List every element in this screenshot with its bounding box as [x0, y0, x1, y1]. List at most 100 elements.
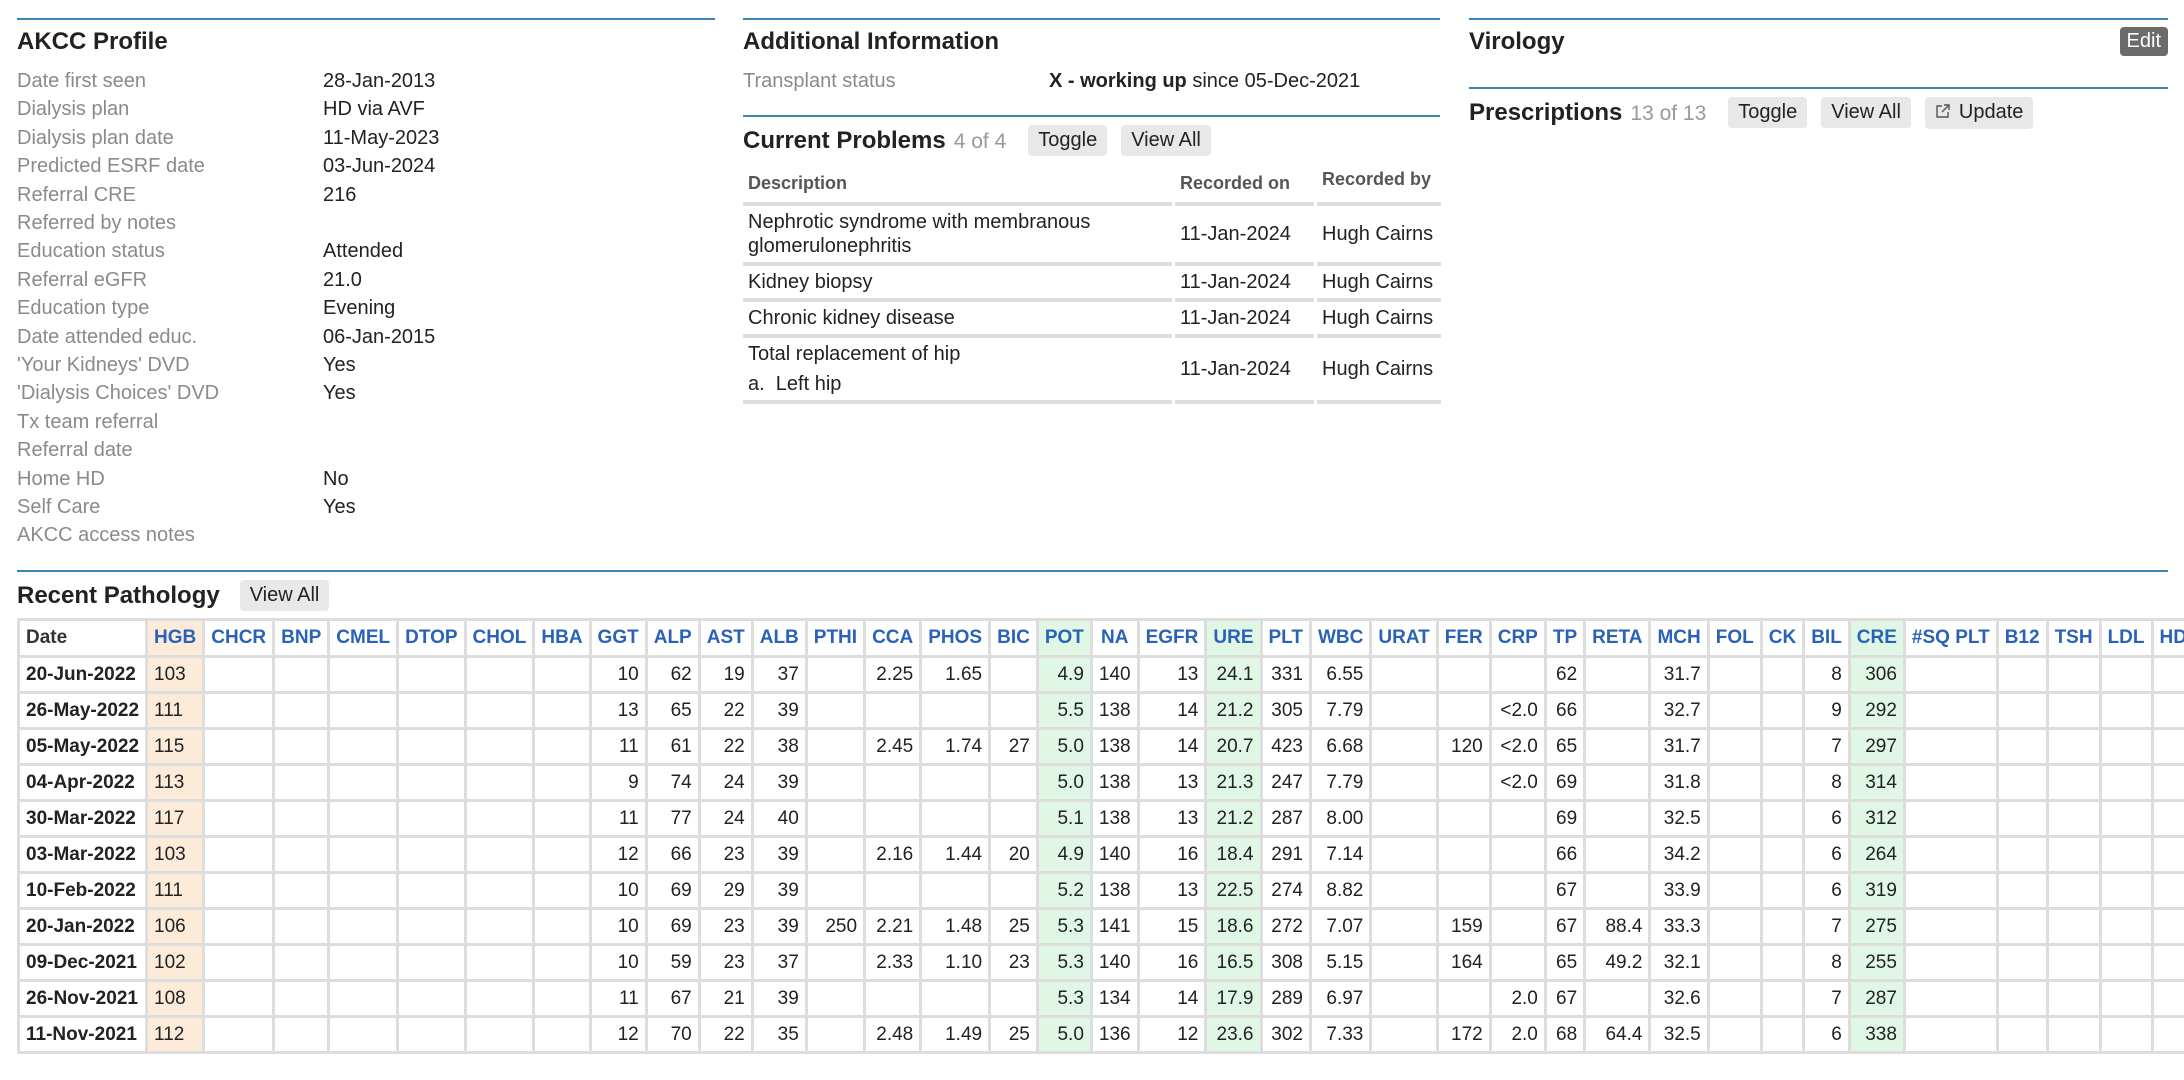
pathology-column-header-na[interactable]: NA [1089, 618, 1140, 658]
pathology-value-phos: 1.48 [919, 907, 992, 946]
pathology-column-header-mch[interactable]: MCH [1648, 618, 1710, 658]
pathology-value-hdl [2150, 907, 2184, 946]
pathology-column-header-ldl[interactable]: LDL [2098, 618, 2154, 658]
pathology-column-header-crp[interactable]: CRP [1488, 618, 1547, 658]
akcc-field-value: Yes [323, 382, 356, 405]
pathology-column-header-chcr[interactable]: CHCR [202, 618, 276, 658]
pathology-value-crp: <2.0 [1488, 691, 1547, 730]
pathology-column-header-fer[interactable]: FER [1435, 618, 1492, 658]
pathology-value-dtop [396, 727, 467, 766]
pathology-column-header-chol[interactable]: CHOL [463, 618, 536, 658]
pathology-column-header-alp[interactable]: ALP [644, 618, 701, 658]
prescriptions-count: 13 of 13 [1630, 102, 1707, 125]
pathology-value-cca: 2.48 [863, 1015, 923, 1054]
pathology-value-chcr [202, 691, 276, 730]
pathology-column-header-hgb[interactable]: HGB [145, 618, 206, 658]
pathology-value-crp [1488, 907, 1547, 946]
akcc-field-label: 'Dialysis Choices' DVD [17, 382, 220, 405]
pathology-column-header-tp[interactable]: TP [1543, 618, 1587, 658]
problem-row[interactable]: Chronic kidney disease 11-Jan-2024 Hugh Ca… [743, 302, 1441, 338]
akcc-row-date-attended-educ: Date attended educ. 06-Jan-2015 [17, 326, 715, 354]
prescriptions-toggle-button[interactable]: Toggle [1728, 97, 1808, 128]
prescriptions-section: Prescriptions 13 of 13 Toggle View All Updat… [1469, 87, 2168, 149]
problem-row[interactable]: Total replacement of hip a. Left hip 11-Ja… [743, 338, 1441, 404]
pathology-column-header-reta[interactable]: RETA [1583, 618, 1652, 658]
pathology-value-sq-plt [1902, 691, 1999, 730]
pathology-value-fer [1435, 835, 1492, 874]
pathology-column-header-ggt[interactable]: GGT [588, 618, 648, 658]
pathology-date-cell: 20-Jan-2022 [16, 907, 149, 946]
pathology-value-crp: <2.0 [1488, 763, 1547, 802]
pathology-value-dtop [396, 979, 467, 1018]
current-problems-view-all-button[interactable]: View All [1121, 125, 1211, 156]
pathology-value-mch: 31.7 [1648, 727, 1710, 766]
prescriptions-update-button[interactable]: Update [1924, 97, 2034, 129]
pathology-column-header-ck[interactable]: CK [1759, 618, 1806, 658]
current-problems-toggle-button[interactable]: Toggle [1028, 125, 1108, 156]
pathology-value-hgb: 106 [145, 907, 206, 946]
problem-row[interactable]: Kidney biopsy 11-Jan-2024 Hugh Cairns [743, 266, 1441, 302]
pathology-value-wbc: 8.82 [1308, 871, 1373, 910]
pathology-column-header-bnp[interactable]: BNP [272, 618, 331, 658]
pathology-value-cmel [327, 907, 400, 946]
pathology-column-header-egfr[interactable]: EGFR [1136, 618, 1208, 658]
recent-pathology-view-all-button[interactable]: View All [239, 580, 330, 611]
pathology-value-pthi [804, 799, 867, 838]
pathology-column-header-alb[interactable]: ALB [750, 618, 808, 658]
pathology-column-header-hdl[interactable]: HDL [2150, 618, 2184, 658]
pathology-value-ggt: 10 [588, 907, 648, 946]
pathology-column-header-plt[interactable]: PLT [1259, 618, 1312, 658]
akcc-field-label: Tx team referral [17, 410, 159, 433]
akcc-field-value: HD via AVF [323, 98, 425, 121]
pathology-value-wbc: 6.97 [1308, 979, 1373, 1018]
pathology-column-header-urat[interactable]: URAT [1369, 618, 1439, 658]
pathology-value-pot: 5.2 [1035, 871, 1093, 910]
pathology-column-header-fol[interactable]: FOL [1706, 618, 1763, 658]
pathology-column-header-cca[interactable]: CCA [863, 618, 923, 658]
pathology-column-header-bic[interactable]: BIC [988, 618, 1039, 658]
pathology-value-wbc: 6.55 [1308, 655, 1373, 694]
pathology-column-header-b12[interactable]: B12 [1995, 618, 2049, 658]
pathology-value-tsh [2045, 871, 2102, 910]
pathology-value-cmel [327, 979, 400, 1018]
pathology-value-plt: 302 [1259, 1015, 1312, 1054]
pathology-column-header-hba[interactable]: HBA [532, 618, 592, 658]
pathology-value-plt: 308 [1259, 943, 1312, 982]
pathology-value-phos [919, 871, 992, 910]
pathology-column-header-pthi[interactable]: PTHI [804, 618, 867, 658]
pathology-value-cca [863, 691, 923, 730]
pathology-column-header-cmel[interactable]: CMEL [327, 618, 400, 658]
virology-edit-button[interactable]: Edit [2119, 27, 2168, 56]
pathology-value-bil: 6 [1802, 835, 1851, 874]
problem-row[interactable]: Nephrotic syndrome with membranous glome… [743, 206, 1441, 266]
pathology-value-alp: 65 [644, 691, 701, 730]
pathology-column-header-sq-plt[interactable]: #SQ PLT [1902, 618, 1999, 658]
pathology-value-urat [1369, 1015, 1439, 1054]
pathology-value-urat [1369, 655, 1439, 694]
pathology-value-fer: 159 [1435, 907, 1492, 946]
pathology-value-hdl [2150, 943, 2184, 982]
pathology-value-ck [1759, 979, 1806, 1018]
pathology-value-bnp [272, 979, 331, 1018]
pathology-column-header-cre[interactable]: CRE [1847, 618, 1906, 658]
pathology-value-cca: 2.25 [863, 655, 923, 694]
pathology-value-alb: 35 [750, 1015, 808, 1054]
pathology-column-header-wbc[interactable]: WBC [1308, 618, 1373, 658]
pathology-column-header-pot[interactable]: POT [1035, 618, 1093, 658]
pathology-column-header-ast[interactable]: AST [697, 618, 754, 658]
pathology-row: 30-Mar-2022 117 11 77 24 40 5.1 138 13 21.2 287 8.0… [16, 799, 2184, 838]
pathology-column-header-bil[interactable]: BIL [1802, 618, 1851, 658]
pathology-value-bil: 9 [1802, 691, 1851, 730]
pathology-column-header-dtop[interactable]: DTOP [396, 618, 467, 658]
additional-information-title: Additional Information [743, 28, 999, 55]
pathology-value-cre: 264 [1847, 835, 1906, 874]
pathology-value-hdl [2150, 799, 2184, 838]
pathology-column-header-phos[interactable]: PHOS [919, 618, 992, 658]
pathology-value-fol [1706, 763, 1763, 802]
pathology-column-header-tsh[interactable]: TSH [2045, 618, 2102, 658]
pathology-value-hba [532, 1015, 592, 1054]
current-problems-title: Current Problems [743, 127, 946, 154]
pathology-column-header-ure[interactable]: URE [1204, 618, 1263, 658]
prescriptions-view-all-button[interactable]: View All [1821, 97, 1911, 128]
pathology-value-tsh [2045, 727, 2102, 766]
